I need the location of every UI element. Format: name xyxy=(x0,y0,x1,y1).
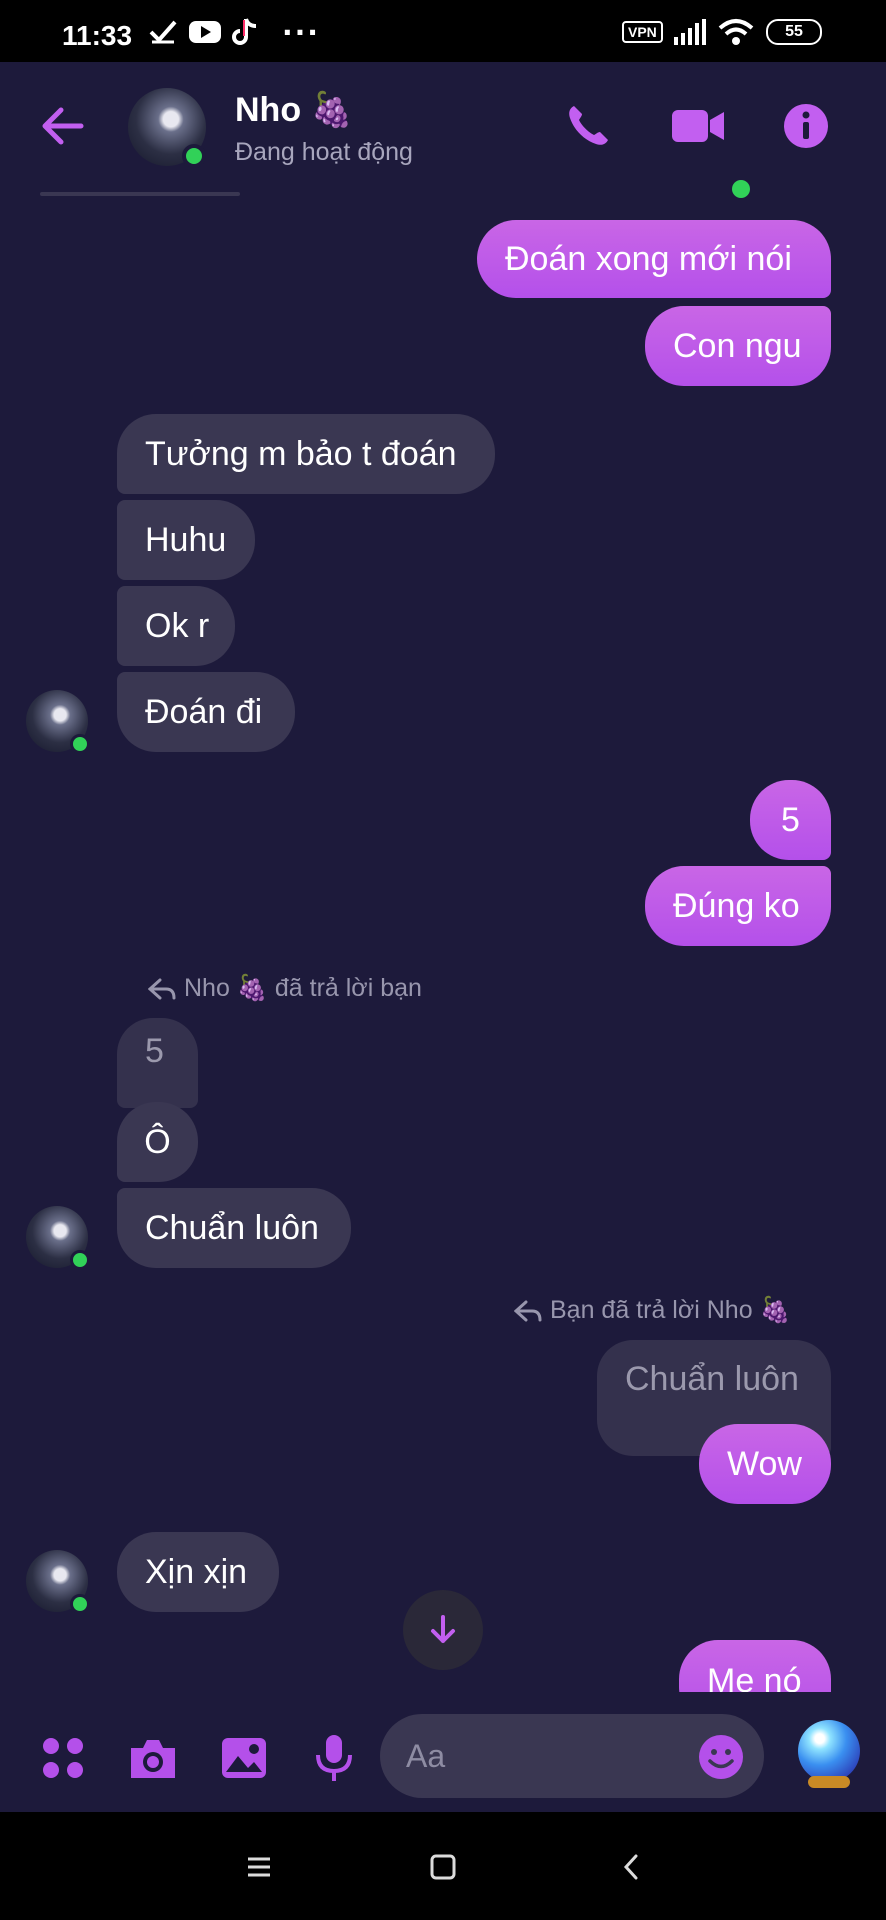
check-icon xyxy=(148,18,178,46)
message-input[interactable] xyxy=(406,1737,666,1775)
online-indicator xyxy=(182,144,206,168)
signal-icon xyxy=(672,18,706,46)
message-bubble-received[interactable]: Đoán đi xyxy=(117,672,295,752)
reply-note-text: Nho 🍇 đã trả lời bạn xyxy=(184,974,422,1002)
reply-note-text: Bạn đã trả lời Nho 🍇 xyxy=(550,1296,791,1324)
system-back-button[interactable] xyxy=(606,1842,656,1892)
previous-message-edge xyxy=(40,192,240,196)
message-input-wrapper[interactable] xyxy=(380,1714,764,1798)
message-bubble-received[interactable]: Ô xyxy=(117,1102,198,1182)
info-icon xyxy=(784,104,828,148)
message-bubble-received[interactable]: Tưởng m bảo t đoán xyxy=(117,414,495,494)
vpn-label: VPN xyxy=(622,21,663,43)
emoji-icon[interactable] xyxy=(698,1734,744,1780)
chat-header: Nho 🍇 Đang hoạt động xyxy=(0,62,886,198)
reply-arrow-icon xyxy=(148,978,176,999)
message-bubble-sent[interactable]: Con ngu xyxy=(645,306,831,386)
menu-icon xyxy=(248,1857,270,1877)
message-bubble-sent[interactable]: Đúng ko xyxy=(645,866,831,946)
video-call-button[interactable] xyxy=(668,96,728,156)
message-composer xyxy=(0,1692,886,1812)
wifi-icon xyxy=(718,18,754,46)
system-nav-bar xyxy=(0,1812,886,1920)
phone-icon xyxy=(569,106,608,145)
reply-note: Bạn đã trả lời Nho 🍇 xyxy=(514,1296,791,1325)
reply-arrow-icon xyxy=(514,1300,542,1321)
crystal-ball-icon[interactable] xyxy=(798,1720,860,1782)
online-indicator xyxy=(70,1594,90,1614)
message-bubble-received[interactable]: Xịn xịn xyxy=(117,1532,279,1612)
back-chevron-icon xyxy=(623,1854,638,1880)
microphone-icon xyxy=(316,1735,352,1781)
image-icon xyxy=(222,1738,266,1778)
quoted-message[interactable]: 5 xyxy=(117,1018,198,1108)
camera-button[interactable] xyxy=(125,1730,181,1786)
back-arrow-icon xyxy=(42,107,84,145)
message-bubble-received[interactable]: Chuẩn luôn xyxy=(117,1188,351,1268)
scroll-to-bottom-button[interactable] xyxy=(403,1590,483,1670)
info-button[interactable] xyxy=(776,96,836,156)
message-bubble-sent[interactable]: Wow xyxy=(699,1424,831,1504)
youtube-icon xyxy=(188,18,222,46)
tiktok-icon xyxy=(232,18,260,46)
crystal-ball-base xyxy=(808,1776,850,1788)
battery-indicator: 55 xyxy=(766,18,822,46)
video-camera-icon xyxy=(672,110,724,142)
message-bubble-sent[interactable]: Đoán xong mới nói xyxy=(477,220,831,298)
recent-apps-button[interactable] xyxy=(234,1842,284,1892)
message-bubble-sent[interactable]: 5 xyxy=(750,780,831,860)
voice-call-button[interactable] xyxy=(558,96,618,156)
apps-button[interactable] xyxy=(35,1730,91,1786)
status-time: 11:33 xyxy=(62,20,133,51)
battery-level: 55 xyxy=(766,19,822,45)
more-notifications-icon: ··· xyxy=(282,15,320,49)
vpn-badge: VPN xyxy=(622,18,663,46)
home-button[interactable] xyxy=(418,1842,468,1892)
apps-grid-icon xyxy=(43,1738,83,1778)
voice-message-button[interactable] xyxy=(306,1730,362,1786)
online-indicator xyxy=(70,734,90,754)
message-bubble-sent[interactable]: Me nó xyxy=(679,1640,831,1692)
message-bubble-received[interactable]: Ok r xyxy=(117,586,235,666)
contact-name[interactable]: Nho 🍇 xyxy=(235,90,353,130)
message-list[interactable]: Đoán xong mới nói Con ngu Tưởng m bảo t … xyxy=(0,192,886,1692)
reply-note: Nho 🍇 đã trả lời bạn xyxy=(148,974,422,1003)
online-indicator xyxy=(70,1250,90,1270)
arrow-down-icon xyxy=(431,1615,455,1643)
message-bubble-received[interactable]: Huhu xyxy=(117,500,255,580)
home-square-icon xyxy=(430,1854,456,1880)
camera-icon xyxy=(131,1740,175,1778)
contact-status: Đang hoạt động xyxy=(235,138,413,166)
gallery-button[interactable] xyxy=(216,1730,272,1786)
status-bar: 11:33 ··· VPN 55 xyxy=(0,0,886,62)
back-button[interactable] xyxy=(32,96,92,156)
